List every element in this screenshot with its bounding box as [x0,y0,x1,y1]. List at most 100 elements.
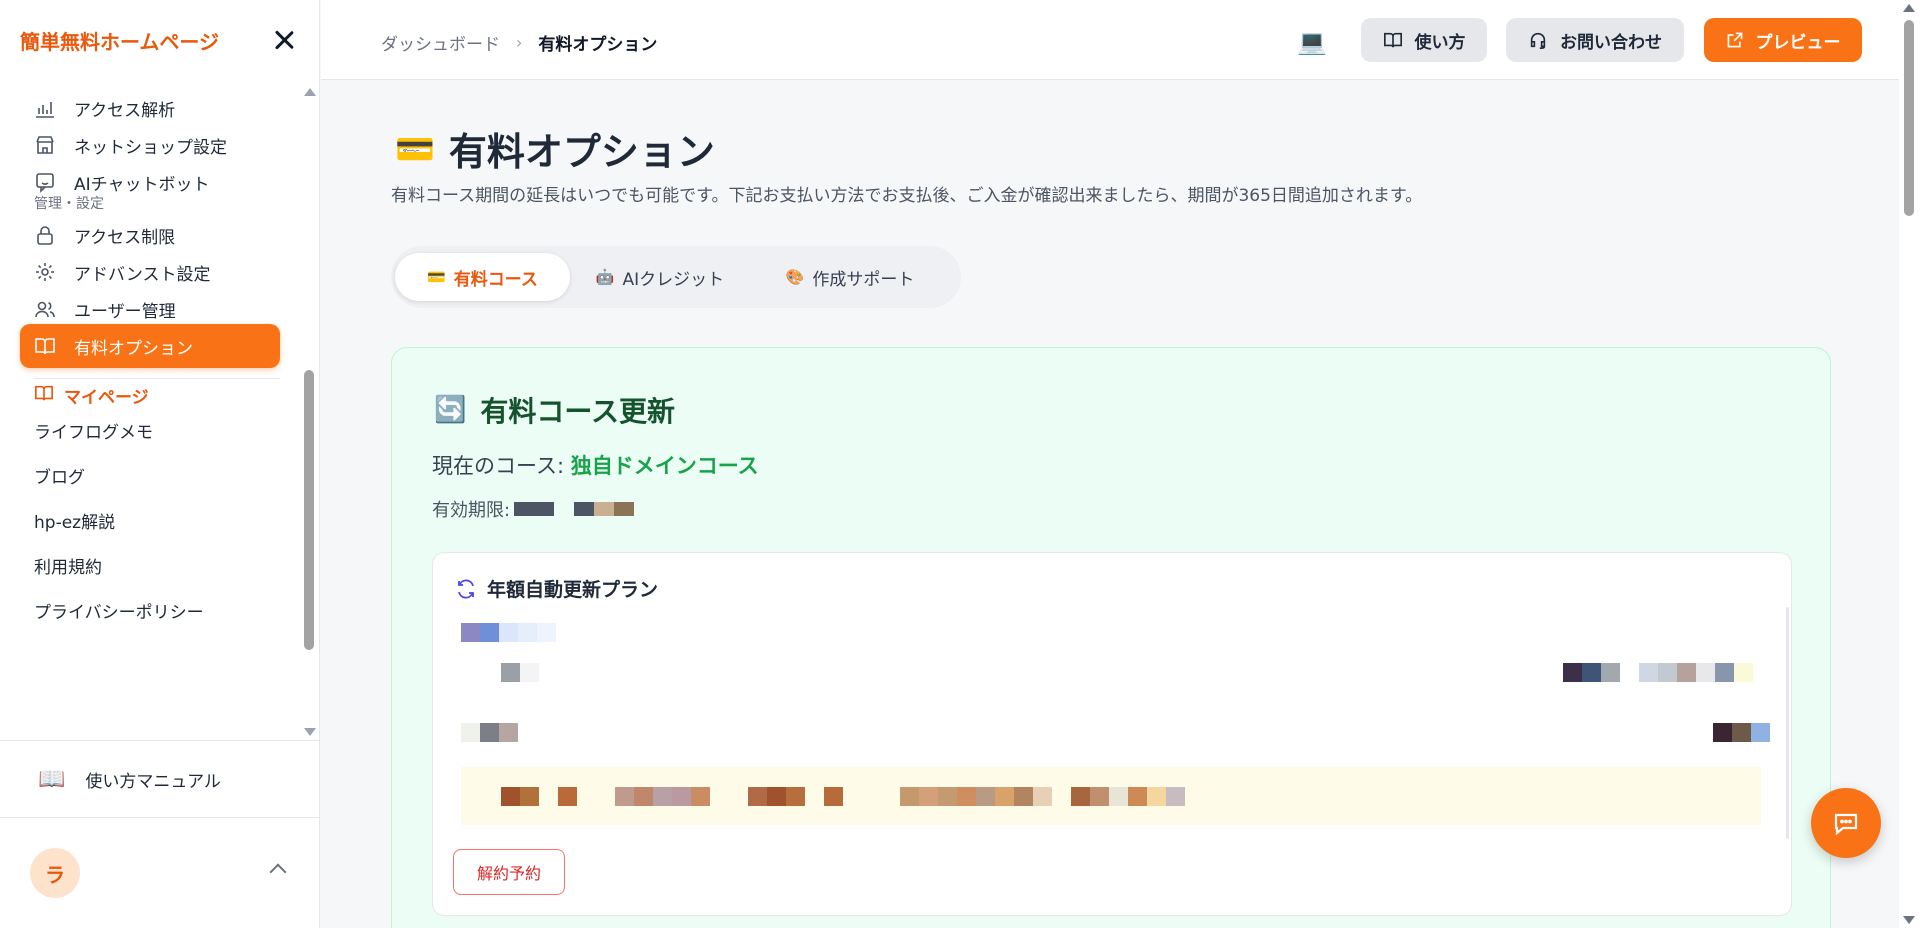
sidebar-item-label: ネットショップ設定 [74,137,227,158]
current-course-label: 現在のコース: [432,454,571,478]
current-course: 現在のコース: 独自ドメインコース [432,450,759,480]
chat-button[interactable] [1811,788,1881,858]
scroll-down-arrow-icon[interactable] [1903,916,1915,924]
manual-label: 使い方マニュアル [85,771,221,792]
sidebar-item-paid-options[interactable]: 有料オプション [20,324,280,368]
brand-logo[interactable]: 簡単無料ホームページ [20,26,219,55]
book-icon: 📖 [38,766,66,792]
page-title: 💳 有料オプション [395,121,715,176]
sidebar-item-label: 有料オプション [74,338,193,359]
tab-paid-course[interactable]: 💳 有料コース [395,253,570,301]
bar-chart-icon [34,97,56,119]
course-renewal-title: 🔄 有料コース更新 [434,390,675,430]
tab-ai-credit[interactable]: 🤖 AIクレジット [575,253,745,301]
preview-button[interactable]: プレビュー [1704,18,1862,62]
plan-scrollbar[interactable] [1786,607,1789,839]
course-renewal-title-text: 有料コース更新 [480,395,675,428]
redacted-row [1563,663,1753,682]
plan-details-scroll[interactable] [433,607,1793,839]
page-scrollbar[interactable] [1899,0,1920,928]
sidebar-item-label: AIチャットボット [74,174,210,195]
book-open-icon [1383,30,1403,50]
page-description: 有料コース期間の延長はいつでも可能です。下記お支払い方法でお支払後、ご入金が確認… [391,186,1423,206]
credit-card-icon: 💳 [395,129,435,168]
scrollbar-thumb[interactable] [304,370,314,650]
redacted-row [501,787,1185,806]
sidebar-divider [34,378,280,379]
course-renewal-card: 🔄 有料コース更新 現在のコース: 独自ドメインコース 有効期限: 年額自動更新… [391,347,1831,928]
gear-icon [34,261,56,283]
breadcrumb: ダッシュボード › 有料オプション [381,30,657,55]
avatar[interactable]: ラ [30,848,80,898]
redacted-block [574,502,595,516]
plan-title-text: 年額自動更新プラン [487,579,659,601]
sidebar-item-label: アクセス制限 [74,227,176,248]
option-tabs: 💳 有料コース 🤖 AIクレジット 🎨 作成サポート [391,246,961,308]
refresh-icon [455,578,477,600]
tab-label: AIクレジット [622,269,725,290]
sidebar-manual-link[interactable]: 📖 使い方マニュアル [0,740,320,818]
redacted-row [461,723,518,742]
monitor-icon[interactable]: 💻 [1297,28,1327,56]
howto-button[interactable]: 使い方 [1361,18,1487,62]
scroll-up-arrow-icon[interactable] [1903,4,1915,12]
plan-note-box [461,767,1761,825]
sidebar-item-mypage[interactable]: マイページ [34,383,149,408]
scroll-up-arrow-icon[interactable] [304,88,316,96]
sidebar-header: 簡単無料ホームページ [0,0,319,80]
tab-creation-support[interactable]: 🎨 作成サポート [751,253,949,301]
redacted-block [594,502,615,516]
sidebar: 簡単無料ホームページ アクセス解析 ネットショップ設定 AIチャットボット 管理… [0,0,320,928]
credit-card-icon: 💳 [427,268,446,286]
howto-label: 使い方 [1414,32,1466,53]
contact-button[interactable]: お問い合わせ [1506,18,1684,62]
scroll-down-arrow-icon[interactable] [304,728,316,736]
redacted-row [1713,723,1770,742]
redacted-row [461,623,556,642]
sidebar-link-lifelog[interactable]: ライフログメモ [34,418,153,443]
lock-icon [34,224,56,246]
store-icon [34,134,56,156]
sidebar-item-label: アドバンスト設定 [74,264,211,285]
robot-icon: 🤖 [595,268,615,286]
sidebar-item-label: アクセス解析 [74,100,176,121]
breadcrumb-home[interactable]: ダッシュボード [381,30,500,55]
external-link-icon [1726,31,1744,49]
sidebar-item-label: マイページ [64,388,149,408]
sidebar-link-blog[interactable]: ブログ [34,463,85,488]
main-content: 💳 有料オプション 有料コース期間の延長はいつでも可能です。下記お支払い方法でお… [321,81,1899,928]
chat-bot-icon [34,171,56,193]
breadcrumb-current: 有料オプション [538,35,658,55]
user-menu[interactable]: ラ [0,818,320,928]
expiry-label: 有効期限: [432,500,511,521]
redacted-block [614,502,635,516]
tab-label: 有料コース [453,269,538,290]
sidebar-link-hp-ez[interactable]: hp-ez解説 [34,508,115,533]
chevron-up-icon[interactable] [269,863,287,881]
sidebar-nav: アクセス解析 ネットショップ設定 AIチャットボット 管理・設定 アクセス制限 [0,80,320,740]
page-title-text: 有料オプション [448,130,715,174]
refresh-icon: 🔄 [434,395,467,425]
close-icon[interactable] [269,25,299,55]
plan-title: 年額自動更新プラン [455,575,658,602]
redacted-block [514,502,555,516]
current-course-value: 独自ドメインコース [570,454,759,478]
book-open-icon [34,383,56,408]
topbar: ダッシュボード › 有料オプション 💻 使い方 お問い合わせ プレビュー [321,0,1899,80]
users-icon [34,298,56,320]
headset-icon [1528,30,1548,50]
preview-label: プレビュー [1755,32,1841,53]
sidebar-link-privacy[interactable]: プライバシーポリシー [34,598,204,623]
sidebar-item-label: ユーザー管理 [74,301,176,322]
book-open-icon [34,335,56,357]
cancel-reservation-button[interactable]: 解約予約 [453,849,565,895]
scrollbar-thumb[interactable] [1904,20,1914,216]
contact-label: お問い合わせ [1560,32,1662,53]
sidebar-scrollbar[interactable] [302,88,316,736]
sidebar-link-terms[interactable]: 利用規約 [34,553,102,578]
section-label-admin: 管理・設定 [34,196,104,212]
chat-bubble-icon [1834,813,1858,836]
annual-plan-card: 年額自動更新プラン 解約予約 [432,552,1792,916]
expiry-date: 有効期限: [432,496,635,522]
palette-icon: 🎨 [785,268,805,286]
